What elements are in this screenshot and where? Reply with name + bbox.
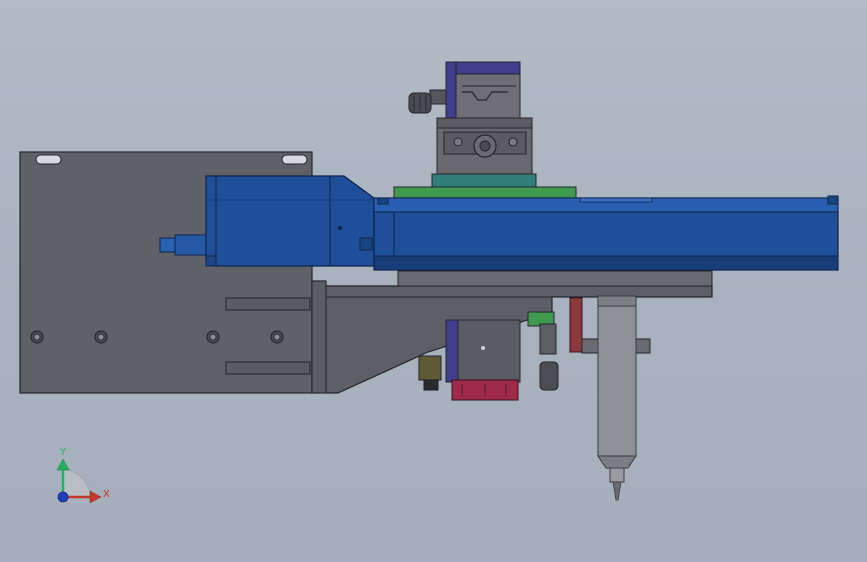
y-axis-label: Y [59,447,67,458]
cad-viewport[interactable]: Y X [0,0,867,562]
z-stage[interactable] [393,61,577,200]
carriage-base [397,270,713,287]
model-view[interactable]: Y X [0,0,867,562]
connector-port [359,237,373,251]
axis-triad: Y X [56,447,110,504]
proximity-sensor [418,355,442,381]
bracket-upright [311,280,327,394]
guide-rod [569,297,583,353]
dispenser-syringe [597,295,637,457]
mounting-slot [281,154,308,165]
dispense-needle [612,481,622,501]
z-axis-origin-icon [57,491,69,503]
stage-bolt [453,137,463,147]
stage-side-cap [445,61,457,121]
teal-adapter-plate [431,173,537,189]
motor-housing [205,175,375,267]
plate-rail-lower [225,361,311,375]
green-mount-plate [393,186,577,200]
mounting-slot [35,154,62,165]
fluid-fitting [539,323,557,355]
fluid-fitting-cap [539,361,559,391]
stage-top-cap [445,61,521,75]
actuator-slider-strip [579,197,653,203]
lower-assembly[interactable] [418,295,651,501]
motor-indicator [481,346,485,350]
motor-shaft [159,237,177,253]
adjust-knob-stem [429,89,447,105]
motor-coupler [174,234,208,256]
plate-rail-upper [225,297,311,311]
syringe-taper [597,455,637,469]
motor-marker [338,226,342,230]
stage-bolt [508,137,518,147]
x-axis-label: X [103,489,110,500]
triad-quadrant [62,469,91,498]
